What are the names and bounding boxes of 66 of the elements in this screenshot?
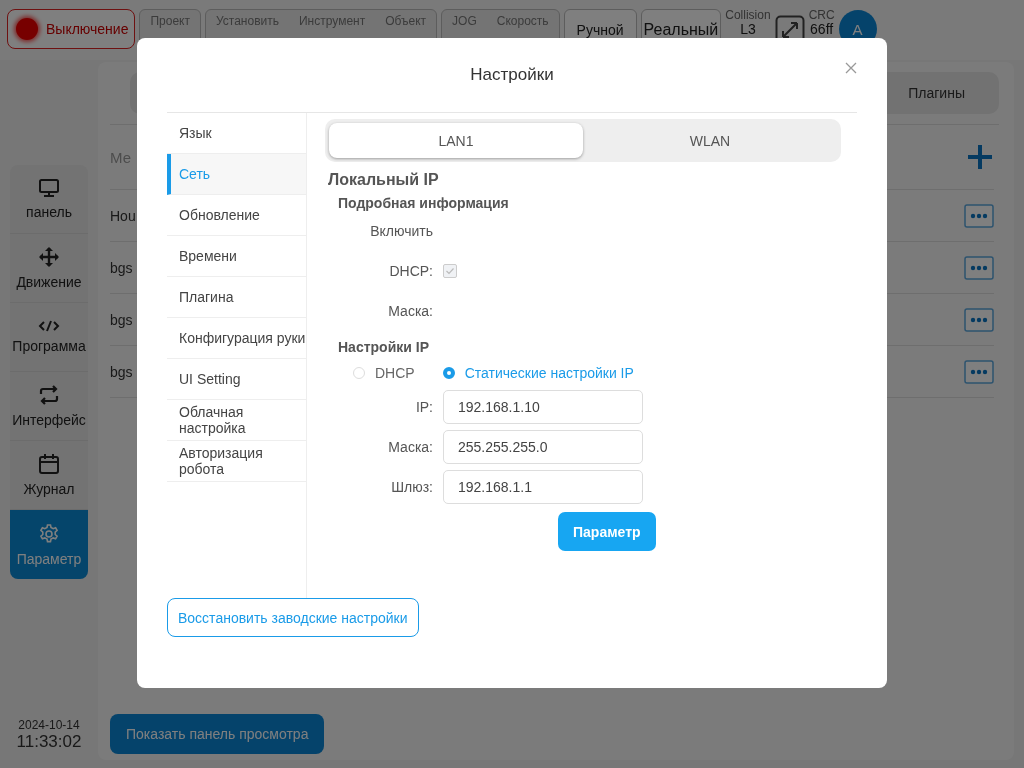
status-label: Инструмент (299, 14, 366, 29)
close-icon[interactable] (845, 62, 857, 74)
power-button[interactable]: Выключение (7, 9, 136, 49)
monitor-icon (38, 178, 60, 198)
swap-icon (38, 384, 60, 406)
input-field[interactable]: 192.168.1.1 (443, 470, 643, 504)
settings-menu-item[interactable]: Конфигурация руки (167, 318, 306, 359)
field-label: Маска: (387, 303, 433, 319)
field-label: Включить (369, 223, 433, 239)
apply-button[interactable]: Параметр (558, 512, 656, 551)
collision-value: L3 (740, 22, 756, 37)
settings-icon (38, 522, 60, 545)
network-tab[interactable]: WLAN (583, 123, 837, 158)
field-label: Шлюз: (390, 479, 433, 495)
status-label: Объект (385, 14, 427, 29)
row-name: bgs (110, 363, 133, 380)
move-icon (38, 246, 60, 268)
settings-menu-item[interactable]: Облачная настройка (167, 400, 306, 441)
settings-menu-item[interactable]: Авторизация робота (167, 441, 306, 482)
tab[interactable]: Плагины (888, 72, 985, 114)
settings-menu-item[interactable]: UI Setting (167, 359, 306, 400)
field-label: Маска: (387, 439, 433, 455)
subsection-title: Подробная информация (338, 195, 510, 211)
settings-menu-item[interactable]: Плагина (167, 277, 306, 318)
status-label: Проект (150, 14, 190, 29)
section-title: Локальный IP (328, 171, 440, 189)
nav-item[interactable]: Интерфейс (10, 372, 88, 441)
settings-menu-item[interactable]: Времени (167, 236, 306, 277)
dialog-title: Настройки (470, 65, 554, 85)
date-text: 2024-10-14 (18, 718, 80, 732)
field-label: IP: (414, 399, 433, 415)
calendar-icon (38, 453, 60, 475)
more-button[interactable] (964, 255, 994, 280)
settings-menu-item[interactable]: Обновление (167, 195, 306, 236)
more-button[interactable] (964, 203, 994, 228)
factory-reset-button[interactable]: Восстановить заводские настройки (167, 598, 419, 637)
input-field[interactable]: 255.255.255.0 (443, 430, 643, 464)
preview-button[interactable]: Показать панель просмотра (110, 714, 325, 754)
row-name: bgs (110, 311, 133, 328)
field-label: DHCP: (388, 263, 433, 279)
subsection-title: Настройки IP (338, 339, 430, 355)
time-text: 11:33:02 (16, 732, 82, 752)
nav-item[interactable]: панель (10, 165, 88, 234)
collision-label: Collision (725, 9, 771, 22)
input-field[interactable]: 192.168.1.10 (443, 390, 643, 424)
add-icon[interactable] (966, 143, 994, 171)
more-button[interactable] (964, 307, 994, 332)
code-icon (38, 320, 60, 332)
status-label: Установить (216, 14, 279, 29)
nav-item[interactable]: Движение (10, 234, 88, 303)
nav-item[interactable]: Программа (10, 303, 88, 372)
nav-item[interactable]: Параметр (10, 510, 88, 579)
ip-mode-radio[interactable]: DHCP (353, 365, 415, 381)
ip-mode-radio[interactable]: Статические настройки IP (442, 365, 634, 381)
row-name: bgs (110, 259, 133, 276)
check-icon (445, 266, 455, 276)
power-icon (16, 18, 38, 40)
row-name: Hou (110, 207, 136, 224)
settings-menu-item[interactable]: Сеть (167, 154, 306, 195)
status-label: Скорость (496, 14, 549, 29)
network-tab[interactable]: LAN1 (329, 123, 583, 158)
more-button[interactable] (964, 359, 994, 384)
crc-value: 66ff (810, 22, 834, 37)
dhcp-checkbox[interactable] (443, 264, 457, 278)
status-label: JOG (452, 14, 477, 29)
crc-label: CRC (808, 9, 835, 22)
